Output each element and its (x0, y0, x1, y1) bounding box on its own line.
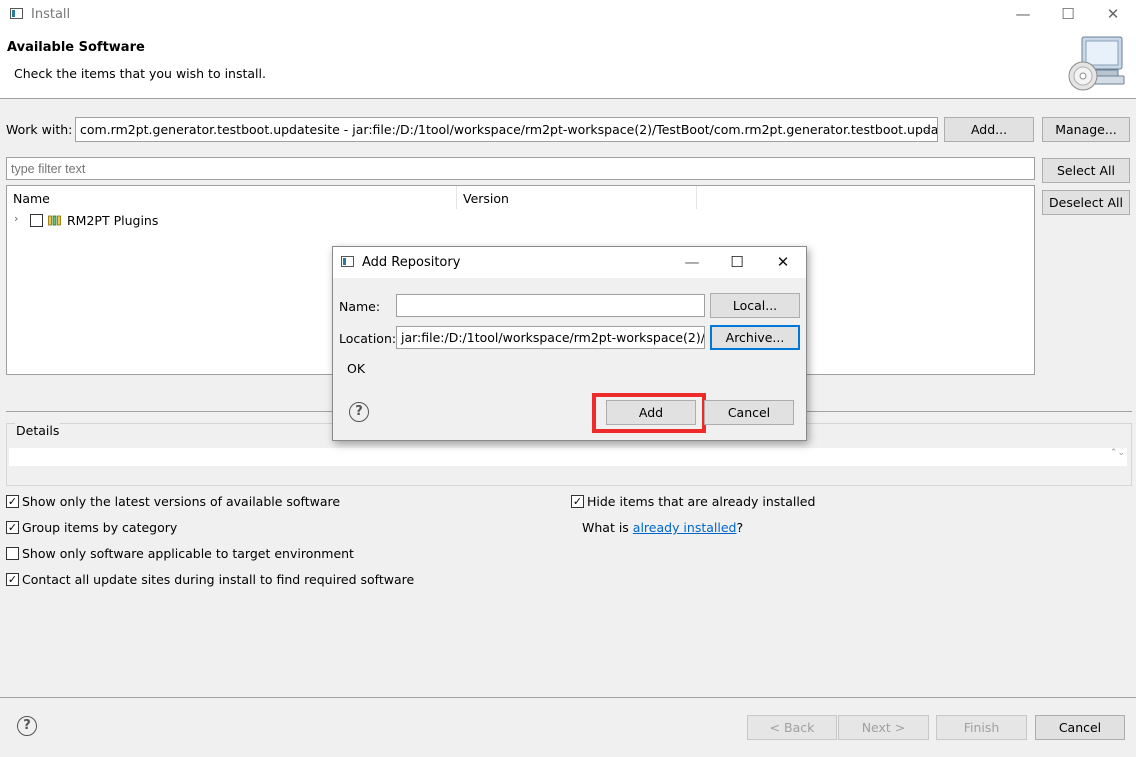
dialog-app-icon (341, 256, 354, 267)
page-title: Available Software (7, 40, 145, 55)
chevron-down-icon[interactable]: ⌵ (923, 122, 931, 136)
select-all-button[interactable]: Select All (1042, 158, 1130, 183)
column-divider (456, 186, 457, 209)
location-value: jar:file:/D:/1tool/workspace/rm2pt-works… (401, 330, 705, 345)
window-title: Install (31, 7, 71, 22)
option-label: Contact all update sites during install … (22, 572, 415, 587)
work-with-label: Work with: (6, 122, 73, 137)
cancel-button[interactable]: Cancel (1035, 715, 1125, 740)
category-icon (48, 214, 62, 229)
checkbox-checked[interactable]: ✓ (571, 495, 584, 508)
table-header: Name Version (7, 186, 1034, 209)
dialog-help-icon[interactable]: ? (349, 402, 369, 422)
footer-divider (0, 697, 1136, 698)
option-label: Show only software applicable to target … (22, 546, 354, 561)
archive-button[interactable]: Archive... (710, 325, 800, 350)
local-button[interactable]: Local... (710, 293, 800, 318)
title-bar: Install — ☐ ✕ (0, 0, 1136, 30)
dialog-minimize-button[interactable]: — (672, 248, 712, 276)
option-applicable-target[interactable]: Show only software applicable to target … (6, 546, 354, 561)
finish-button[interactable]: Finish (936, 715, 1027, 740)
dialog-add-button[interactable]: Add (606, 400, 696, 425)
manage-button[interactable]: Manage... (1042, 117, 1130, 142)
option-group-by-category[interactable]: ✓ Group items by category (6, 520, 177, 535)
location-field[interactable]: jar:file:/D:/1tool/workspace/rm2pt-works… (396, 326, 705, 349)
maximize-button[interactable]: ☐ (1048, 0, 1088, 28)
next-button[interactable]: Next > (838, 715, 929, 740)
checkbox-checked[interactable]: ✓ (6, 521, 19, 534)
option-latest-versions[interactable]: ✓ Show only the latest versions of avail… (6, 494, 340, 509)
dialog-cancel-button[interactable]: Cancel (704, 400, 794, 425)
dialog-maximize-button[interactable]: ☐ (717, 248, 757, 276)
option-hide-installed[interactable]: ✓ Hide items that are already installed (571, 494, 815, 509)
wizard-header: Available Software Check the items that … (0, 30, 1136, 99)
work-with-combo[interactable]: com.rm2pt.generator.testboot.updatesite … (75, 117, 938, 142)
what-is-installed: What is already installed? (582, 520, 743, 535)
add-site-button[interactable]: Add... (944, 117, 1034, 142)
name-label: Name: (339, 299, 381, 314)
row-checkbox[interactable] (30, 214, 43, 227)
location-label: Location: (339, 331, 397, 346)
app-icon (10, 8, 23, 19)
details-text: ⌃⌄ (9, 448, 1127, 466)
table-row[interactable]: › RM2PT Plugins (7, 210, 1034, 230)
already-installed-link[interactable]: already installed (633, 520, 737, 535)
column-divider (696, 186, 697, 209)
help-icon[interactable]: ? (17, 716, 37, 736)
row-name: RM2PT Plugins (67, 213, 159, 228)
column-header-name[interactable]: Name (13, 191, 50, 206)
work-with-value: com.rm2pt.generator.testboot.updatesite … (80, 122, 938, 137)
option-label: Hide items that are already installed (587, 494, 816, 509)
what-is-suffix: ? (736, 520, 744, 535)
dialog-close-button[interactable]: ✕ (763, 248, 803, 276)
chevron-right-icon[interactable]: › (14, 212, 18, 225)
filter-input[interactable] (6, 157, 1035, 180)
checkbox-unchecked[interactable] (6, 547, 19, 560)
close-button[interactable]: ✕ (1093, 0, 1133, 28)
install-cd-icon (1066, 34, 1130, 94)
option-label: Show only the latest versions of availab… (22, 494, 341, 509)
what-is-prefix: What is (582, 520, 633, 535)
deselect-all-button[interactable]: Deselect All (1042, 190, 1130, 215)
dialog-title: Add Repository (362, 255, 461, 270)
option-contact-sites[interactable]: ✓ Contact all update sites during instal… (6, 572, 414, 587)
checkbox-checked[interactable]: ✓ (6, 495, 19, 508)
add-repository-dialog: Add Repository — ☐ ✕ Name: Local... Loca… (332, 246, 807, 441)
details-label: Details (15, 423, 61, 438)
back-button[interactable]: < Back (747, 715, 837, 740)
scroll-icon[interactable]: ⌃⌄ (1110, 448, 1125, 458)
checkbox-checked[interactable]: ✓ (6, 573, 19, 586)
option-label: Group items by category (22, 520, 178, 535)
name-field[interactable] (396, 294, 705, 317)
dialog-title-bar: Add Repository — ☐ ✕ (333, 247, 806, 278)
column-header-version[interactable]: Version (463, 191, 509, 206)
status-message: OK (347, 361, 366, 376)
page-subtitle: Check the items that you wish to install… (14, 66, 266, 81)
minimize-button[interactable]: — (1003, 0, 1043, 28)
